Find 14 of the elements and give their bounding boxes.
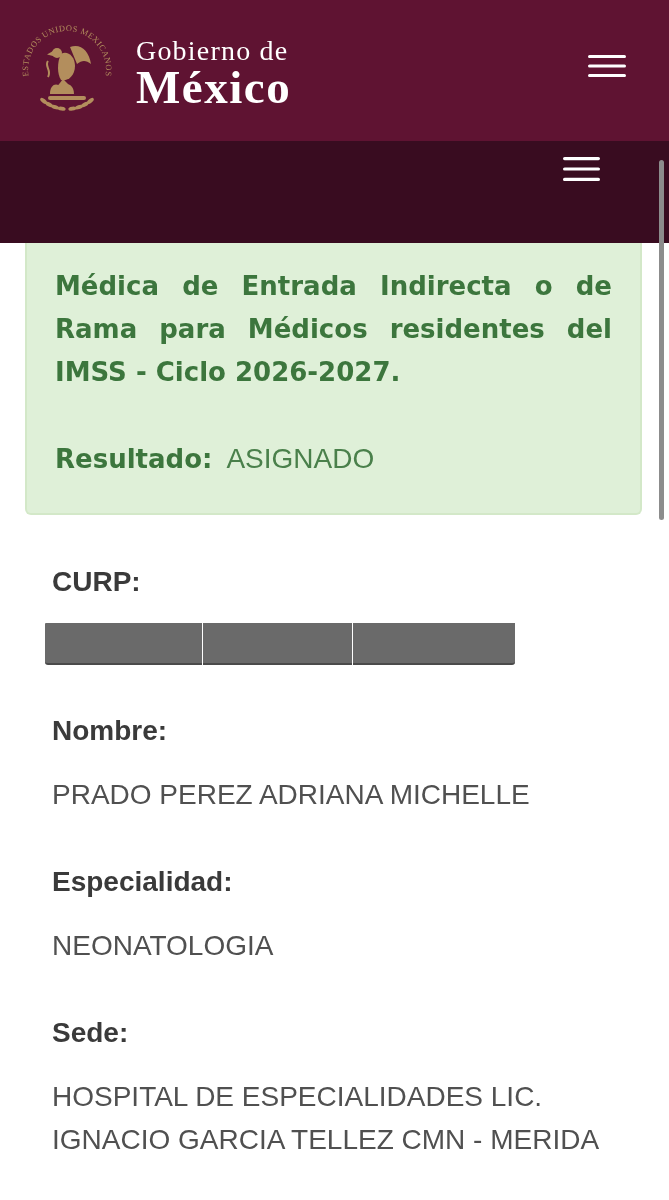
field-value: HOSPITAL DE ESPECIALIDADES LIC. IGNACIO GARCIA TELLEZ CMN - MERIDA bbox=[52, 1080, 601, 1157]
field-label: Sede: bbox=[52, 1016, 130, 1050]
result-description: Médica de Entrada Indirecta o de Rama para Médicos residentes del IMSS - Ciclo 2026-2027. bbox=[55, 270, 612, 389]
field-value: PRADO PEREZ ADRIANA MICHELLE bbox=[52, 778, 531, 812]
menu-icon[interactable] bbox=[588, 55, 626, 77]
field-label: Nombre: bbox=[52, 714, 169, 748]
result-value: ASIGNADO bbox=[226, 442, 375, 476]
field-label: Especialidad: bbox=[52, 865, 234, 899]
field-value: NEONATOLOGIA bbox=[52, 929, 275, 963]
brand-title-top: Gobierno de bbox=[136, 36, 290, 65]
result-label: Resultado: bbox=[55, 443, 213, 476]
menu-icon[interactable] bbox=[563, 157, 600, 181]
brand-title: México bbox=[136, 64, 292, 109]
field-label: CURP: bbox=[52, 565, 142, 599]
